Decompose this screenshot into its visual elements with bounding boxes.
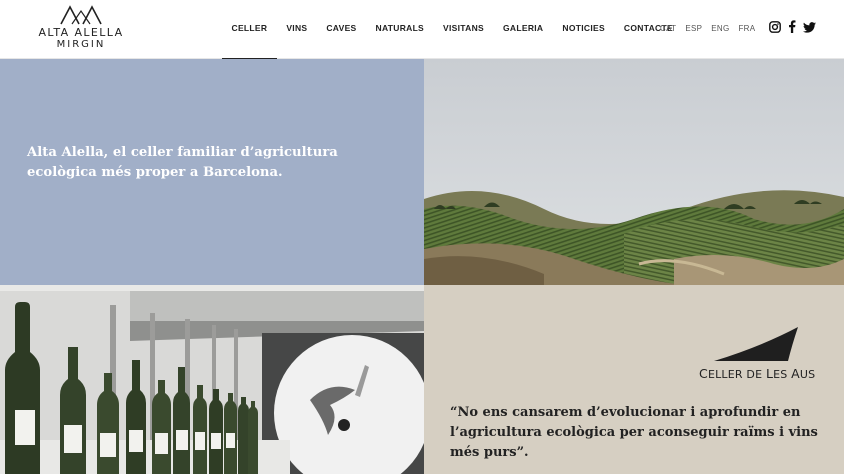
- nav-item-galeria[interactable]: GALERIA: [494, 0, 553, 59]
- lang-cat[interactable]: CAT: [660, 24, 676, 33]
- nav-item-vins[interactable]: VINS: [277, 0, 317, 59]
- site-logo[interactable]: ALTA ALELLA MIRGIN: [38, 4, 124, 51]
- nav-item-noticies[interactable]: NOTICIES: [553, 0, 615, 59]
- nav-item-visitans[interactable]: VISITANS: [434, 0, 494, 59]
- facebook-icon[interactable]: [788, 20, 796, 38]
- instagram-icon[interactable]: [769, 20, 781, 38]
- logo-text-line2: MIRGIN: [56, 39, 106, 50]
- celler-de-les-aus-logo: [700, 327, 814, 368]
- language-switcher: CAT ESP ENG FRA: [660, 0, 764, 56]
- hero-intro-panel: Alta Alella, el celler familiar d’agricu…: [0, 59, 424, 285]
- nav-item-celler[interactable]: CELLER: [222, 0, 277, 60]
- hero-headline: Alta Alella, el celler familiar d’agricu…: [27, 145, 338, 180]
- nav-item-naturals[interactable]: NATURALS: [366, 0, 434, 59]
- celler-quote: “No ens cansarem d’evolucionar i aprofun…: [450, 405, 818, 460]
- nav-item-caves[interactable]: CAVES: [317, 0, 366, 59]
- logo-text-line1: ALTA ALELLA: [38, 26, 124, 39]
- bottles-cellar-image: [0, 285, 424, 474]
- logo-mark-icon: [60, 5, 102, 25]
- twitter-icon[interactable]: [803, 20, 816, 38]
- site-header: ALTA ALELLA MIRGIN CELLER VINS CAVES NAT…: [0, 0, 844, 60]
- main-nav: CELLER VINS CAVES NATURALS VISITANS GALE…: [222, 0, 682, 60]
- social-links: [769, 20, 823, 38]
- celler-de-les-aus-name: CELLER DE LES AUS: [699, 366, 816, 381]
- lang-eng[interactable]: ENG: [711, 24, 729, 33]
- lang-esp[interactable]: ESP: [685, 24, 702, 33]
- wing-logo-icon: [714, 327, 798, 361]
- vineyard-landscape-image: [424, 59, 844, 285]
- lang-fra[interactable]: FRA: [738, 24, 755, 33]
